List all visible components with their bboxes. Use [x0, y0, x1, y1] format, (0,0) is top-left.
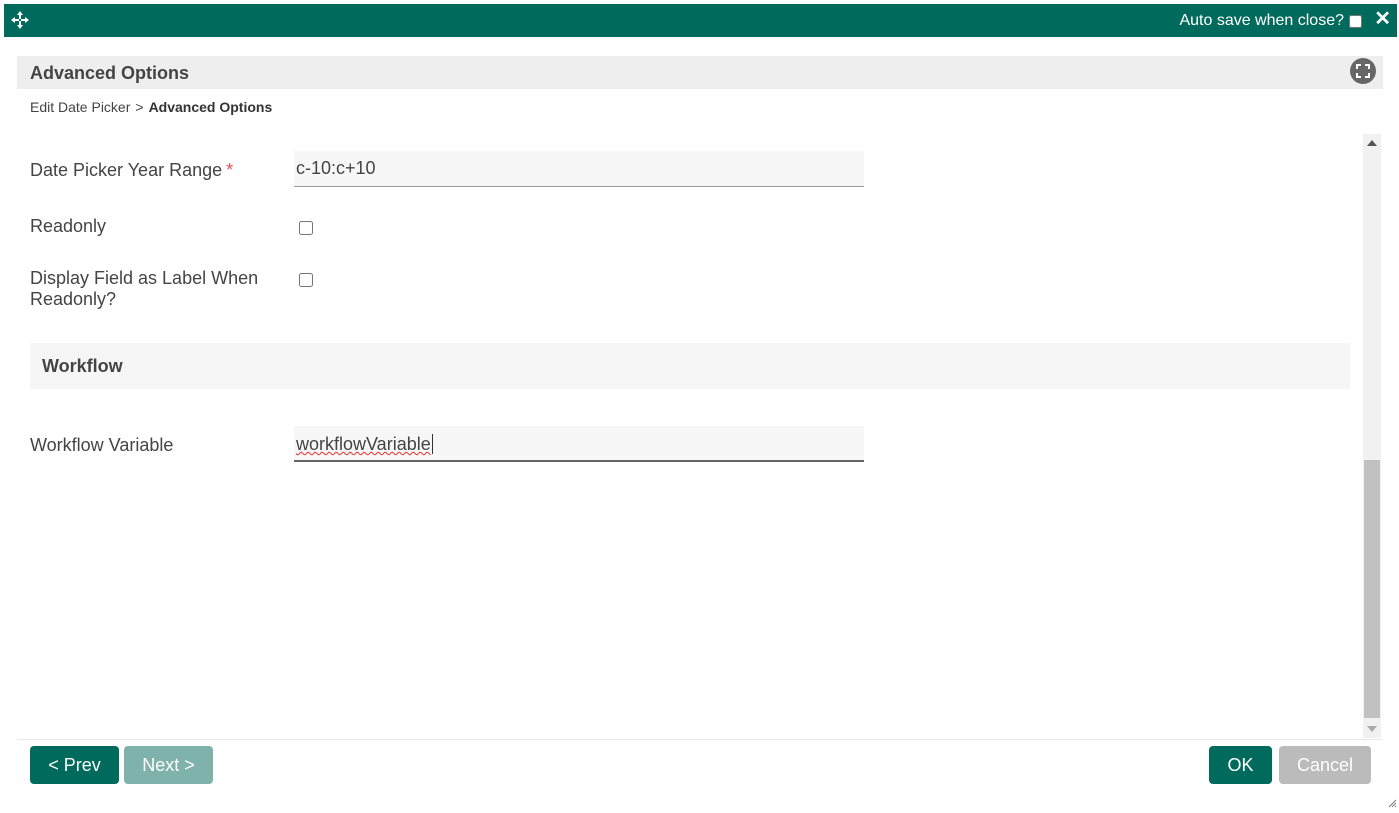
- vertical-scrollbar[interactable]: [1363, 134, 1381, 738]
- autosave-checkbox[interactable]: [1349, 14, 1362, 28]
- breadcrumb: Edit Date Picker > Advanced Options: [30, 99, 272, 115]
- readonly-label: Readonly: [30, 216, 107, 236]
- required-marker: *: [226, 160, 234, 180]
- readonly-checkbox[interactable]: [299, 221, 313, 235]
- page-header: Advanced Options: [17, 56, 1383, 89]
- close-icon[interactable]: ✕: [1374, 6, 1391, 32]
- form-content: Date Picker Year Range* Readonly Display…: [0, 132, 1360, 732]
- resize-grip-icon[interactable]: [1387, 795, 1397, 808]
- breadcrumb-separator: >: [135, 99, 144, 115]
- breadcrumb-parent[interactable]: Edit Date Picker: [30, 99, 130, 115]
- workflow-variable-input[interactable]: workflowVariable: [294, 426, 864, 462]
- fullscreen-icon: [1356, 64, 1370, 78]
- scroll-up-icon[interactable]: [1367, 140, 1377, 146]
- move-icon[interactable]: [11, 11, 29, 29]
- year-range-label: Date Picker Year Range *: [30, 160, 234, 180]
- workflow-variable-label: Workflow Variable: [30, 435, 174, 455]
- footer-divider: [17, 739, 1383, 740]
- scroll-down-icon[interactable]: [1367, 726, 1377, 732]
- year-range-input[interactable]: [294, 151, 864, 187]
- dialog-titlebar[interactable]: Auto save when close? ✕: [4, 4, 1397, 37]
- ok-button[interactable]: OK: [1209, 746, 1272, 784]
- prev-button[interactable]: < Prev: [30, 746, 119, 784]
- breadcrumb-current: Advanced Options: [148, 99, 273, 115]
- cancel-button[interactable]: Cancel: [1279, 746, 1371, 784]
- next-button[interactable]: Next >: [124, 746, 213, 784]
- workflow-variable-value: workflowVariable: [296, 434, 431, 454]
- fullscreen-button[interactable]: [1350, 58, 1376, 84]
- page-title: Advanced Options: [30, 63, 190, 83]
- autosave-label: Auto save when close?: [1179, 12, 1344, 29]
- scrollbar-thumb[interactable]: [1364, 460, 1380, 718]
- workflow-section-header: Workflow: [30, 343, 1350, 389]
- display-as-label-checkbox[interactable]: [299, 273, 313, 287]
- autosave-toggle[interactable]: Auto save when close?: [1179, 12, 1362, 30]
- text-cursor: [431, 434, 433, 454]
- workflow-section-title: Workflow: [42, 356, 123, 376]
- display-as-label-label: Display Field as Label When Readonly?: [30, 268, 259, 309]
